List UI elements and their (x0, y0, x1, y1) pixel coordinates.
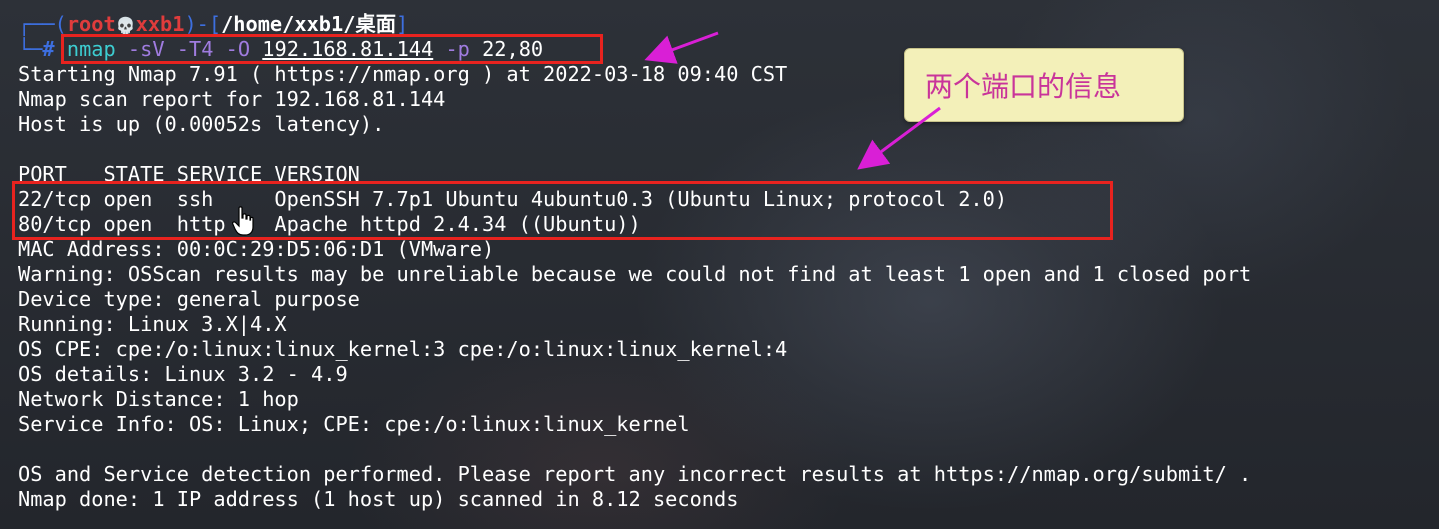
arrow-to-ports (857, 106, 941, 170)
hand-cursor-icon (232, 206, 254, 236)
annotation-arrows (644, 31, 941, 170)
arrow-to-command (644, 31, 719, 64)
